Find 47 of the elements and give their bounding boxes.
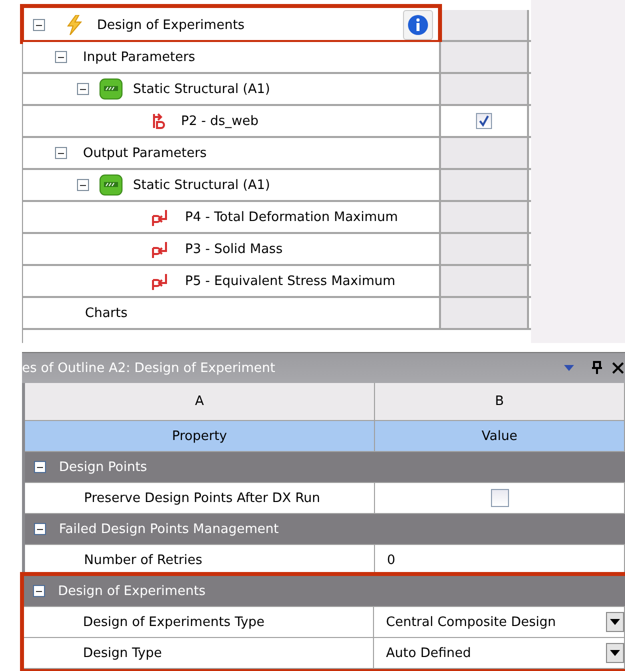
- property-value[interactable]: 0: [387, 552, 396, 568]
- column-header: B: [375, 383, 625, 420]
- group-title: Failed Design Points Management: [59, 522, 279, 536]
- group-title: Design Points: [59, 460, 148, 474]
- collapse-toggle[interactable]: [34, 461, 46, 473]
- property-value[interactable]: Central Composite Design: [386, 614, 556, 630]
- collapse-toggle[interactable]: [77, 179, 89, 191]
- lightning-icon: [65, 15, 83, 35]
- parameter-output-icon: [151, 208, 169, 226]
- tree-label[interactable]: P4 - Total Deformation Maximum: [185, 210, 398, 224]
- tree-label[interactable]: P5 - Equivalent Stress Maximum: [185, 274, 396, 288]
- tree-label[interactable]: P2 - ds_web: [181, 114, 258, 128]
- panel-title: es of Outline A2: Design of Experiment: [22, 360, 276, 376]
- tree-label[interactable]: P3 - Solid Mass: [185, 242, 283, 256]
- caret-icon: [610, 650, 620, 656]
- property-name: Design Type: [83, 646, 162, 660]
- caret-icon: [610, 619, 620, 625]
- column-header: Property: [25, 421, 375, 451]
- checkbox[interactable]: [476, 113, 492, 129]
- info-button[interactable]: [403, 10, 433, 40]
- tree-label[interactable]: Static Structural (A1): [133, 82, 270, 96]
- dropdown-button[interactable]: [606, 643, 624, 663]
- collapse-toggle[interactable]: [33, 19, 45, 31]
- dropdown-button[interactable]: [606, 612, 624, 632]
- property-name: Preserve Design Points After DX Run: [84, 490, 320, 506]
- collapse-toggle[interactable]: [33, 585, 45, 597]
- collapse-toggle[interactable]: [55, 147, 67, 159]
- tree-label[interactable]: Charts: [85, 306, 128, 320]
- system-icon: [99, 173, 123, 197]
- parameter-output-icon: [151, 240, 169, 258]
- tree-label[interactable]: Design of Experiments: [97, 18, 245, 32]
- parameter-input-icon: [151, 111, 165, 131]
- column-header: A: [25, 383, 375, 420]
- property-name: Design of Experiments Type: [83, 614, 265, 630]
- property-name: Number of Retries: [84, 552, 202, 568]
- collapse-toggle[interactable]: [34, 523, 46, 535]
- collapse-toggle[interactable]: [77, 83, 89, 95]
- tree-label[interactable]: Static Structural (A1): [133, 178, 270, 192]
- group-title: Design of Experiments: [58, 584, 206, 598]
- parameter-output-icon: [151, 272, 169, 290]
- property-value[interactable]: Auto Defined: [386, 646, 472, 660]
- tree-label[interactable]: Output Parameters: [83, 146, 207, 160]
- collapse-toggle[interactable]: [55, 51, 67, 63]
- tree-label[interactable]: Input Parameters: [83, 50, 196, 64]
- system-icon: [99, 77, 123, 101]
- checkbox[interactable]: [490, 489, 508, 507]
- column-header: Value: [375, 421, 625, 451]
